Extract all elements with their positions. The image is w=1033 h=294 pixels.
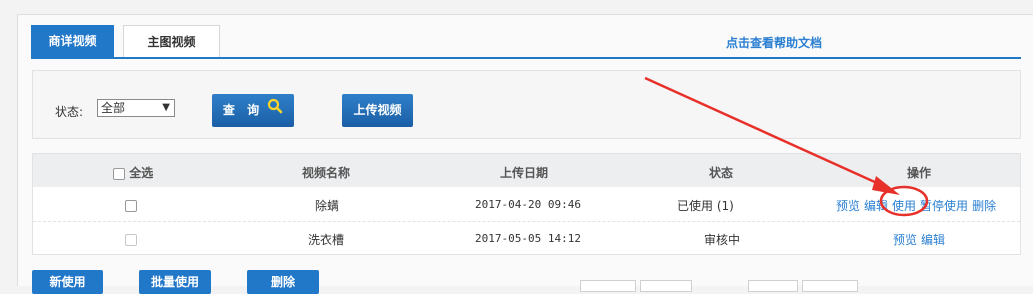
pagination-button[interactable] bbox=[640, 280, 692, 292]
batch-use-button[interactable]: 批量使用 bbox=[139, 270, 211, 294]
actions-column-header: 操作 bbox=[907, 166, 932, 180]
query-button[interactable]: 查 询 bbox=[212, 94, 294, 127]
status-filter-label: 状态: bbox=[55, 105, 84, 119]
video-status: 已使用 (1) bbox=[677, 199, 734, 213]
batch-new-use-button[interactable]: 新使用 bbox=[32, 270, 103, 294]
filter-panel bbox=[32, 70, 1021, 139]
video-name: 洗衣槽 bbox=[308, 233, 345, 247]
select-all-label: 全选 bbox=[129, 166, 154, 180]
dropdown-arrow-icon: ▼ bbox=[162, 102, 170, 113]
tab-main-image-video[interactable]: 主图视频 bbox=[123, 25, 220, 57]
tab-detail-video[interactable]: 商详视频 bbox=[31, 25, 114, 57]
upload-date: 2017-04-20 09:46 bbox=[475, 198, 581, 211]
row-actions: 预览 编辑 bbox=[893, 231, 949, 248]
row-actions: 预览 编辑 使用 暂停使用 删除 bbox=[836, 197, 1000, 214]
video-status: 审核中 bbox=[704, 233, 741, 247]
row-checkbox[interactable] bbox=[125, 199, 137, 212]
batch-delete-button[interactable]: 删除 bbox=[247, 270, 319, 294]
row-checkbox[interactable] bbox=[125, 233, 137, 246]
edit-link[interactable]: 编辑 bbox=[864, 199, 888, 213]
upload-video-button[interactable]: 上传视频 bbox=[342, 94, 413, 127]
help-doc-link[interactable]: 点击查看帮助文档 bbox=[726, 34, 822, 51]
query-button-label: 查 询 bbox=[222, 103, 264, 117]
status-filter-value: 全部 bbox=[101, 101, 126, 115]
tab-underline bbox=[31, 57, 1021, 59]
video-name: 除螨 bbox=[315, 199, 340, 213]
pagination-button[interactable] bbox=[580, 280, 636, 292]
pause-use-link[interactable]: 暂停使用 bbox=[920, 199, 968, 213]
select-all-checkbox[interactable] bbox=[113, 167, 125, 180]
preview-link[interactable]: 预览 bbox=[836, 199, 860, 213]
select-all-header: 全选 bbox=[113, 164, 153, 181]
search-icon bbox=[267, 94, 283, 127]
delete-link[interactable]: 删除 bbox=[972, 199, 996, 213]
upload-date: 2017-05-05 14:12 bbox=[475, 232, 581, 245]
pagination-button[interactable] bbox=[802, 280, 858, 292]
edit-link[interactable]: 编辑 bbox=[921, 233, 945, 247]
table-header: 全选 视频名称 上传日期 状态 操作 bbox=[33, 154, 1020, 187]
status-column-header: 状态 bbox=[709, 166, 734, 180]
date-column-header: 上传日期 bbox=[500, 166, 549, 180]
name-column-header: 视频名称 bbox=[302, 166, 351, 180]
status-filter-select[interactable]: 全部 ▼ bbox=[97, 99, 175, 117]
preview-link[interactable]: 预览 bbox=[893, 233, 917, 247]
pagination-button[interactable] bbox=[748, 280, 798, 292]
table-row: 洗衣槽 2017-05-05 14:12 审核中 预览 编辑 bbox=[33, 222, 1020, 255]
video-table: 全选 视频名称 上传日期 状态 操作 除螨 2017-04-20 09:46 已… bbox=[32, 153, 1021, 255]
use-link[interactable]: 使用 bbox=[892, 199, 916, 213]
table-row: 除螨 2017-04-20 09:46 已使用 (1) 预览 编辑 使用 暂停使用 删除 bbox=[33, 188, 1020, 222]
